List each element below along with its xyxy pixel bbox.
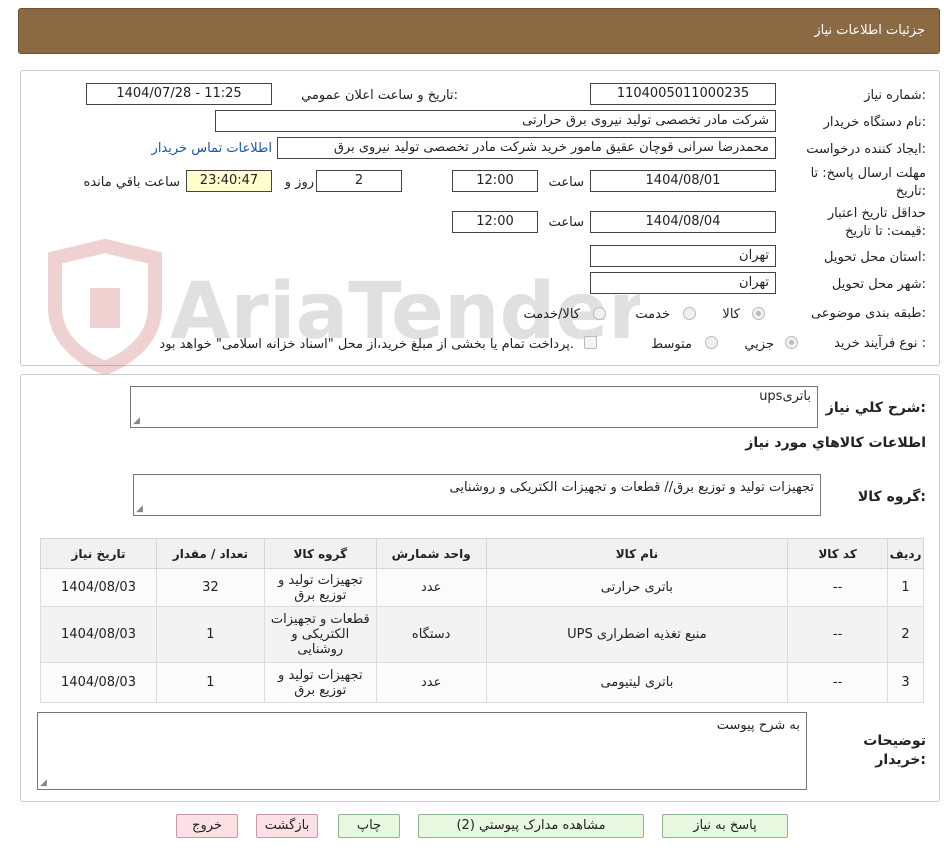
table-row: 2 -- منبع تغذیه اضطراری UPS دستگاه قطعات… bbox=[40, 606, 924, 663]
need-number-label: شماره نیاز: bbox=[864, 88, 926, 103]
category-label: طبقه بندی موضوعی: bbox=[810, 306, 926, 321]
treasury-payment-checkbox[interactable] bbox=[584, 336, 597, 349]
col-unit: واحد شمارش bbox=[375, 538, 487, 569]
deadline-time-label: ساعت bbox=[548, 175, 584, 190]
cell-date: 1404/08/03 bbox=[40, 568, 157, 607]
cell-qty: 32 bbox=[156, 568, 265, 607]
announce-field: 1404/07/28 - 11:25 bbox=[86, 83, 272, 105]
back-button[interactable]: بازگشت bbox=[256, 814, 318, 838]
announce-label: تاریخ و ساعت اعلان عمومي: bbox=[301, 88, 458, 103]
exit-button[interactable]: خروج bbox=[176, 814, 238, 838]
goods-group-field: تجهیزات تولید و توزیع برق// قطعات و تجهی… bbox=[133, 474, 821, 516]
cell-name: باتری حرارتی bbox=[485, 568, 789, 607]
cell-group: تجهیزات تولید و توزیع برق bbox=[263, 662, 377, 703]
description-text: باتریups bbox=[759, 389, 811, 404]
col-group: گروه کالا bbox=[263, 538, 377, 569]
process-radio-minor[interactable] bbox=[785, 336, 798, 349]
reply-button[interactable]: پاسخ به نیاز bbox=[662, 814, 788, 838]
validity-label-2: قیمت: تا تاریخ: bbox=[845, 224, 926, 239]
requester-label: ایجاد کننده درخواست: bbox=[806, 142, 926, 157]
remaining-time-field: 23:40:47 bbox=[186, 170, 272, 192]
view-attachments-button[interactable]: مشاهده مدارک پیوستي (2) bbox=[418, 814, 644, 838]
cell-qty: 1 bbox=[156, 606, 265, 663]
process-option-minor: جزيي bbox=[744, 337, 774, 352]
buyer-notes-field: به شرح پیوست ◢ bbox=[37, 712, 807, 790]
header-bar: جزئیات اطلاعات نیاز bbox=[18, 8, 940, 54]
col-name: نام کالا bbox=[485, 538, 789, 569]
need-number-field: 1104005011000235 bbox=[590, 83, 776, 105]
cell-unit: عدد bbox=[375, 568, 487, 607]
province-label: استان محل تحویل: bbox=[824, 250, 926, 265]
cell-code: -- bbox=[787, 606, 889, 663]
cell-group: قطعات و تجهیزات الکتریکی و روشنایی bbox=[263, 606, 377, 663]
cell-code: -- bbox=[787, 568, 889, 607]
cell-row: 3 bbox=[887, 662, 924, 703]
resize-grip-icon: ◢ bbox=[136, 504, 143, 514]
buyer-notes-text: به شرح پیوست bbox=[716, 718, 800, 733]
days-label: روز و bbox=[284, 175, 314, 190]
items-table: ردیف کد کالا نام کالا واحد شمارش گروه کا… bbox=[40, 538, 924, 703]
goods-group-label: گروه کالا: bbox=[857, 489, 926, 505]
requester-field: محمدرضا سرانی قوچان عقیق مامور خرید شرکت… bbox=[277, 137, 776, 159]
table-row: 1 -- باتری حرارتی عدد تجهیزات تولید و تو… bbox=[40, 568, 924, 607]
deadline-label-1: مهلت ارسال پاسخ: تا bbox=[810, 166, 926, 181]
category-radio-goods[interactable] bbox=[752, 307, 765, 320]
category-radio-service[interactable] bbox=[683, 307, 696, 320]
cell-unit: دستگاه bbox=[375, 606, 487, 663]
cell-date: 1404/08/03 bbox=[40, 606, 157, 663]
validity-date-field: 1404/08/04 bbox=[590, 211, 776, 233]
cell-name: منبع تغذیه اضطراری UPS bbox=[485, 606, 789, 663]
process-label: نوع فرآیند خرید : bbox=[834, 336, 926, 351]
buyer-contact-link[interactable]: اطلاعات تماس خریدار bbox=[152, 141, 272, 156]
table-header-row: ردیف کد کالا نام کالا واحد شمارش گروه کا… bbox=[40, 538, 924, 569]
cell-row: 1 bbox=[887, 568, 924, 607]
province-field: تهران bbox=[590, 245, 776, 267]
goods-group-text: تجهیزات تولید و توزیع برق// قطعات و تجهی… bbox=[449, 480, 815, 495]
deadline-label-2: تاریخ: bbox=[895, 184, 926, 199]
goods-info-title: اطلاعات کالاهاي مورد نیاز bbox=[745, 435, 926, 451]
city-field: تهران bbox=[590, 272, 776, 294]
category-option-service: خدمت bbox=[635, 307, 670, 322]
validity-label-1: حداقل تاریخ اعتبار bbox=[827, 206, 926, 221]
description-field: باتریups ◢ bbox=[130, 386, 818, 428]
cell-row: 2 bbox=[887, 606, 924, 663]
category-radio-goods-service[interactable] bbox=[593, 307, 606, 320]
validity-time-label: ساعت bbox=[548, 215, 584, 230]
print-button[interactable]: چاپ bbox=[338, 814, 400, 838]
buyer-notes-label-2: خریدار: bbox=[875, 752, 926, 768]
deadline-date-field: 1404/08/01 bbox=[590, 170, 776, 192]
col-code: کد کالا bbox=[787, 538, 889, 569]
validity-time-field: 12:00 bbox=[452, 211, 538, 233]
description-label: شرح کلي نیاز: bbox=[825, 400, 926, 416]
buyer-org-field: شرکت مادر تخصصی تولید نیروی برق حرارتی bbox=[215, 110, 776, 132]
process-option-medium: متوسط bbox=[651, 337, 692, 352]
buyer-notes-label-1: توضیحات bbox=[863, 733, 926, 749]
col-date: تاریخ نیاز bbox=[40, 538, 157, 569]
days-field: 2 bbox=[316, 170, 402, 192]
col-qty: تعداد / مقدار bbox=[156, 538, 265, 569]
buyer-org-label: نام دستگاه خریدار: bbox=[823, 115, 926, 130]
category-option-goods: کالا bbox=[722, 307, 740, 322]
cell-group: تجهیزات تولید و توزیع برق bbox=[263, 568, 377, 607]
resize-grip-icon: ◢ bbox=[133, 416, 140, 426]
cell-code: -- bbox=[787, 662, 889, 703]
cell-name: باتری لیتیومی bbox=[485, 662, 789, 703]
deadline-time-field: 12:00 bbox=[452, 170, 538, 192]
category-option-goods-service: کالا/خدمت bbox=[523, 307, 580, 322]
col-row: ردیف bbox=[887, 538, 924, 569]
table-row: 3 -- باتری لیتیومی عدد تجهیزات تولید و ت… bbox=[40, 662, 924, 703]
remaining-label: ساعت باقي مانده bbox=[83, 175, 180, 190]
cell-unit: عدد bbox=[375, 662, 487, 703]
cell-date: 1404/08/03 bbox=[40, 662, 157, 703]
resize-grip-icon: ◢ bbox=[40, 778, 47, 788]
page-title: جزئیات اطلاعات نیاز bbox=[814, 23, 925, 38]
city-label: شهر محل تحویل: bbox=[831, 277, 926, 292]
process-radio-medium[interactable] bbox=[705, 336, 718, 349]
treasury-payment-note: پرداخت تمام یا بخشی از مبلغ خرید،از محل … bbox=[159, 337, 574, 352]
cell-qty: 1 bbox=[156, 662, 265, 703]
